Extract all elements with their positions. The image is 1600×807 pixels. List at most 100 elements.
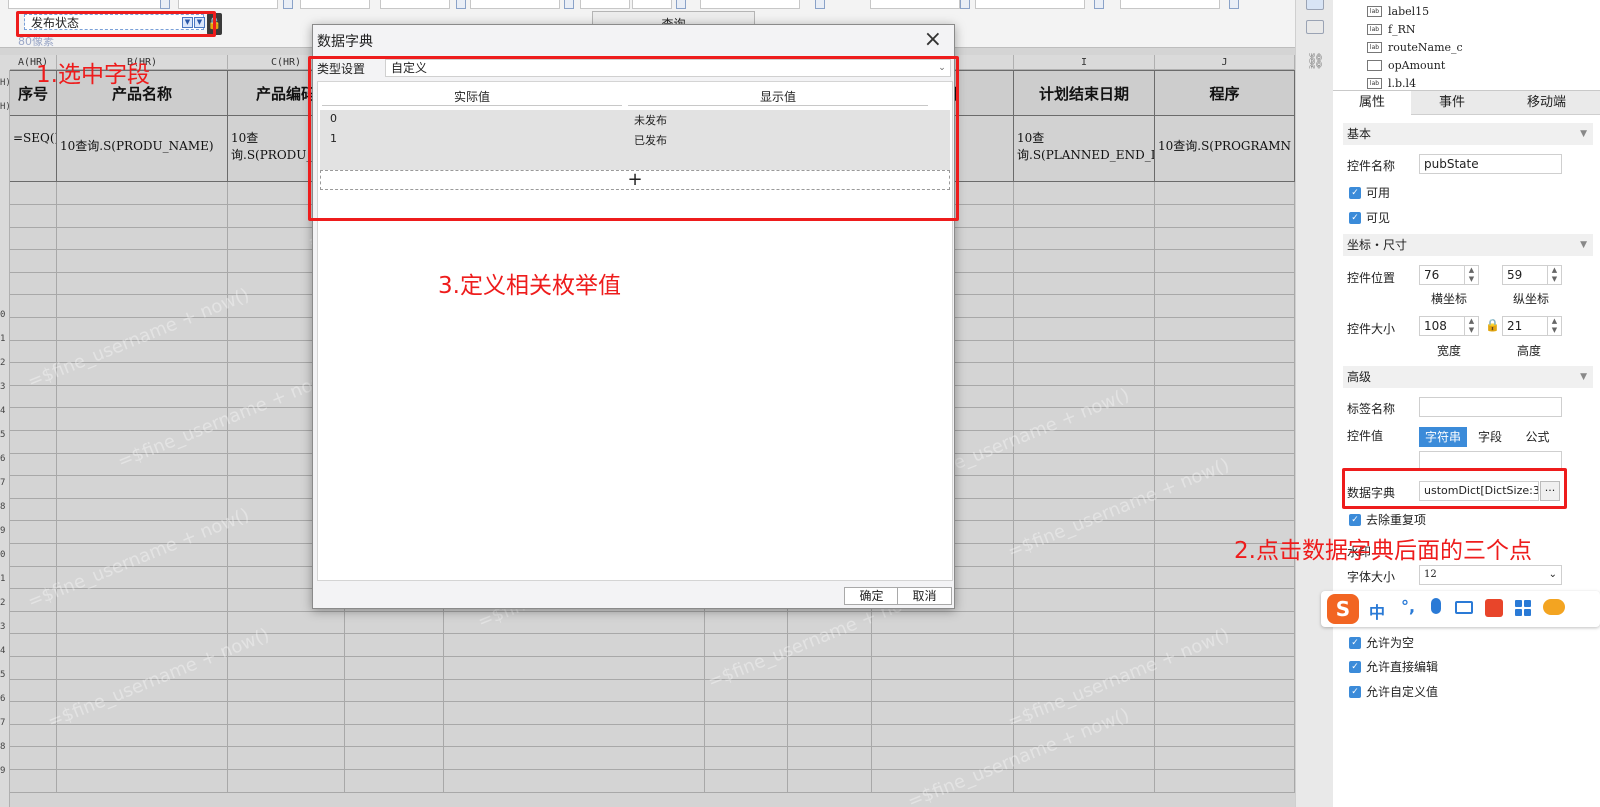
row-number[interactable]: 0: [0, 310, 10, 320]
grid-cell[interactable]: [10, 543, 57, 567]
grid-cell[interactable]: [228, 724, 345, 748]
row-number[interactable]: 8: [0, 502, 10, 512]
grid-cell[interactable]: [10, 317, 57, 341]
grid-cell[interactable]: [10, 521, 57, 544]
tab-mobile[interactable]: 移动端: [1493, 91, 1600, 115]
grid-cell[interactable]: [1014, 566, 1155, 590]
grid-cell[interactable]: [1014, 634, 1155, 657]
grid-cell[interactable]: [1155, 724, 1295, 748]
grid-cell[interactable]: [345, 747, 444, 770]
grid-cell[interactable]: [57, 385, 228, 409]
visible-checkbox[interactable]: ✓ 可见: [1349, 209, 1390, 226]
row-number[interactable]: 9: [0, 526, 10, 536]
grid-cell[interactable]: [57, 249, 228, 273]
grid-cell[interactable]: [788, 656, 872, 680]
data-cell[interactable]: 10查询.S(PROGRAMN: [1155, 116, 1295, 182]
grid-cell[interactable]: [57, 747, 228, 770]
header-cell[interactable]: 程序: [1155, 70, 1295, 116]
grid-cell[interactable]: [10, 656, 57, 680]
param-field[interactable]: [632, 0, 672, 9]
height-spinner[interactable]: 21 ▲ ▼: [1502, 316, 1562, 336]
pos-x-spinner[interactable]: 76 ▲ ▼: [1419, 265, 1479, 285]
grid-cell[interactable]: [10, 182, 57, 205]
grid-cell[interactable]: [444, 747, 705, 770]
param-dropdown-icon[interactable]: [815, 0, 825, 9]
grid-cell[interactable]: [57, 204, 228, 228]
row-number[interactable]: 9: [0, 766, 10, 776]
grid-cell[interactable]: [10, 227, 57, 251]
grid-cell[interactable]: [228, 656, 345, 680]
column-header[interactable]: J: [1155, 55, 1295, 70]
grid-cell[interactable]: [345, 634, 444, 657]
grid-cell[interactable]: [872, 679, 1014, 703]
grid-cell[interactable]: [444, 769, 705, 793]
grid-cell[interactable]: [10, 611, 57, 635]
param-field[interactable]: [178, 0, 278, 9]
row-number[interactable]: 2: [0, 358, 10, 368]
grid-cell[interactable]: [444, 724, 705, 748]
punctuation-icon[interactable]: °,: [1401, 597, 1415, 616]
grid-cell[interactable]: [1014, 204, 1155, 228]
control-name-input[interactable]: pubState: [1419, 154, 1562, 174]
grid-cell[interactable]: [1014, 362, 1155, 386]
grid-cell[interactable]: [10, 272, 57, 296]
grid-cell[interactable]: [1155, 498, 1295, 522]
grid-cell[interactable]: [444, 634, 705, 657]
grid-cell[interactable]: [444, 701, 705, 725]
grid-cell[interactable]: [10, 453, 57, 477]
tab-properties[interactable]: 属性: [1333, 91, 1411, 115]
allow-edit-checkbox[interactable]: ✓ 允许直接编辑: [1349, 658, 1438, 675]
grid-cell[interactable]: [345, 679, 444, 703]
enabled-checkbox[interactable]: ✓ 可用: [1349, 184, 1390, 201]
grid-cell[interactable]: [705, 701, 788, 725]
param-dropdown-icon[interactable]: [456, 0, 466, 9]
row-number[interactable]: 0: [0, 550, 10, 560]
row-number[interactable]: 4: [0, 406, 10, 416]
row-number[interactable]: 6: [0, 454, 10, 464]
param-dropdown-icon[interactable]: [160, 0, 170, 9]
grid-cell[interactable]: [788, 701, 872, 725]
row-number[interactable]: 7: [0, 478, 10, 488]
layers-icon[interactable]: [1306, 20, 1324, 34]
grid-cell[interactable]: [10, 295, 57, 318]
grid-cell[interactable]: [1014, 769, 1155, 793]
grid-cell[interactable]: [57, 724, 228, 748]
row-number[interactable]: 3: [0, 622, 10, 632]
grid-cell[interactable]: [1155, 362, 1295, 386]
tab-events[interactable]: 事件: [1413, 91, 1491, 115]
row-number[interactable]: 1: [0, 574, 10, 584]
grid-cell[interactable]: [345, 769, 444, 793]
grid-cell[interactable]: [1155, 249, 1295, 273]
param-field[interactable]: [580, 0, 630, 9]
sogou-logo-icon[interactable]: S: [1327, 594, 1359, 624]
value-type-field[interactable]: 字段: [1467, 427, 1513, 447]
spinner-arrows-icon[interactable]: ▲ ▼: [1464, 266, 1478, 284]
grid-cell[interactable]: [788, 679, 872, 703]
grid-cell[interactable]: [10, 498, 57, 522]
chinese-mode-icon[interactable]: 中: [1369, 599, 1385, 623]
pos-y-spinner[interactable]: 59 ▲ ▼: [1502, 265, 1562, 285]
grid-cell[interactable]: [444, 656, 705, 680]
grid-cell[interactable]: [1155, 182, 1295, 205]
grid-cell[interactable]: [10, 430, 57, 454]
spinner-arrows-icon[interactable]: ▲ ▼: [1464, 317, 1478, 335]
grid-cell[interactable]: [872, 656, 1014, 680]
grid-cell[interactable]: [10, 475, 57, 499]
grid-cell[interactable]: [57, 769, 228, 793]
grid-cell[interactable]: [1014, 249, 1155, 273]
row-number[interactable]: H): [0, 102, 11, 112]
grid-cell[interactable]: [788, 747, 872, 770]
grid-cell[interactable]: [1014, 453, 1155, 477]
data-cell[interactable]: =SEQ(): [10, 116, 57, 182]
grid-cell[interactable]: [872, 701, 1014, 725]
link-icon[interactable]: ⛓: [1306, 52, 1325, 70]
grid-cell[interactable]: [1155, 430, 1295, 454]
grid-cell[interactable]: [1014, 182, 1155, 205]
column-header[interactable]: I: [1014, 55, 1155, 70]
grid-cell[interactable]: [705, 611, 788, 635]
grid-cell[interactable]: [705, 724, 788, 748]
grid-cell[interactable]: [10, 747, 57, 770]
ratio-lock-icon[interactable]: 🔒: [1485, 318, 1500, 332]
grid-cell[interactable]: [1155, 769, 1295, 793]
header-cell[interactable]: 计划结束日期: [1014, 70, 1155, 116]
